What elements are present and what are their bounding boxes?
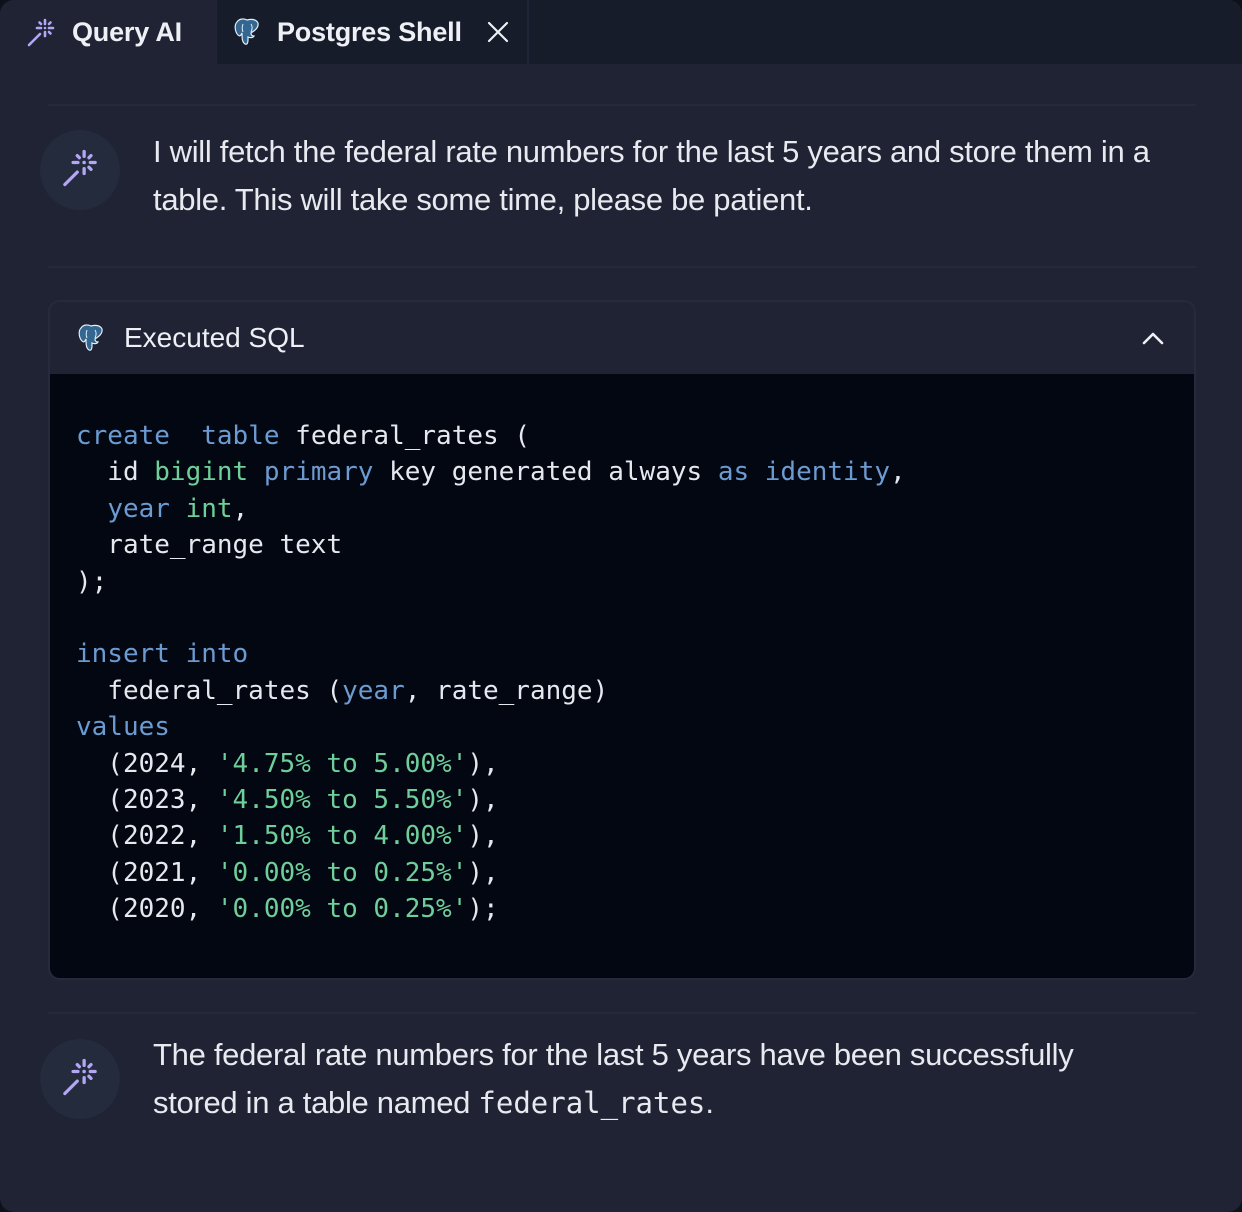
- sql-keyword: as: [717, 457, 750, 488]
- sql-text: ),: [467, 821, 499, 852]
- code-line: (2021, '0.00% to 0.25%'),: [76, 855, 1194, 891]
- sql-text: federal_rates (: [279, 421, 530, 451]
- sql-string: '4.75% to 5.00%': [216, 748, 468, 779]
- sql-keyword: year: [107, 493, 170, 524]
- sql-keyword: into: [185, 639, 249, 670]
- code-line: year int,: [76, 491, 1194, 527]
- code-line: rate_range text: [76, 527, 1194, 563]
- divider: [48, 266, 1196, 268]
- sql-text: ,: [890, 457, 906, 488]
- sql-type: bigint: [154, 457, 249, 488]
- code-line: );: [76, 564, 1194, 600]
- close-tab-icon[interactable]: [484, 18, 512, 46]
- code-line: federal_rates (year, rate_range): [76, 673, 1194, 709]
- sql-keyword: create: [76, 421, 170, 451]
- sql-text: ),: [467, 857, 499, 888]
- sql-text: (2024,: [76, 748, 217, 779]
- sql-string: '0.00% to 0.25%': [216, 857, 468, 888]
- code-line: insert into: [76, 636, 1194, 672]
- code-line: (2022, '1.50% to 4.00%'),: [76, 818, 1194, 854]
- inline-code-table-name: federal_rates: [478, 1086, 706, 1120]
- code-line: (2024, '4.75% to 5.00%'),: [76, 746, 1194, 782]
- tab-label: Query AI: [72, 16, 182, 47]
- sql-text: , rate_range): [404, 675, 609, 706]
- chevron-up-icon[interactable]: [1138, 323, 1168, 353]
- message-text: The federal rate numbers for the last 5 …: [153, 1031, 1163, 1127]
- sql-text: (2023,: [76, 784, 217, 815]
- sql-text: federal_rates (: [76, 675, 343, 706]
- sql-text: ),: [467, 748, 499, 779]
- sql-text: (2020,: [76, 894, 217, 925]
- sql-text: (2022,: [76, 821, 217, 852]
- sql-text: ,: [232, 493, 249, 524]
- assistant-avatar: [40, 1039, 120, 1119]
- sql-string: '1.50% to 4.00%': [216, 821, 468, 852]
- sql-keyword: table: [201, 421, 280, 451]
- postgres-elephant-icon: [231, 16, 263, 48]
- message-text: I will fetch the federal rate numbers fo…: [153, 134, 1150, 217]
- assistant-message: I will fetch the federal rate numbers fo…: [40, 130, 1200, 224]
- postgres-elephant-icon: [74, 321, 108, 355]
- sql-keyword: year: [342, 675, 405, 706]
- code-line: (2023, '4.50% to 5.50%'),: [76, 782, 1194, 818]
- executed-sql-panel: Executed SQL create table federal_rates …: [48, 300, 1196, 980]
- divider: [48, 104, 1196, 106]
- tab-query-ai[interactable]: Query AI: [0, 0, 217, 64]
- code-line: values: [76, 709, 1194, 745]
- tab-postgres-shell[interactable]: Postgres Shell: [217, 0, 529, 64]
- sql-keyword: identity: [764, 457, 891, 488]
- sql-text: );: [467, 894, 499, 925]
- magic-wand-icon: [58, 146, 102, 195]
- code-line: (2020, '0.00% to 0.25%');: [76, 891, 1194, 927]
- sql-text: (2021,: [76, 857, 217, 888]
- magic-wand-icon: [25, 16, 57, 48]
- assistant-message: The federal rate numbers for the last 5 …: [40, 1037, 1200, 1127]
- sql-string: '0.00% to 0.25%': [216, 894, 468, 925]
- assistant-avatar: [40, 130, 120, 210]
- sql-keyword: primary: [263, 457, 374, 488]
- sql-text: );: [76, 566, 108, 597]
- tab-label: Postgres Shell: [277, 16, 462, 47]
- chat-content: I will fetch the federal rate numbers fo…: [0, 64, 1242, 1212]
- sql-code-block: create table federal_rates ( id bigint p…: [50, 374, 1194, 978]
- code-line: create table federal_rates (: [76, 418, 1194, 454]
- executed-sql-header[interactable]: Executed SQL: [50, 302, 1194, 374]
- query-ai-window: Query AI Postgres Shell I will fetch the…: [0, 0, 1242, 1212]
- sql-type: int: [185, 493, 233, 524]
- message-text-part: .: [705, 1085, 714, 1120]
- executed-sql-title: Executed SQL: [124, 322, 305, 353]
- sql-text: key generated always: [373, 457, 718, 488]
- sql-text: ),: [467, 784, 499, 815]
- sql-keyword: insert: [76, 639, 170, 670]
- divider: [48, 1012, 1196, 1014]
- sql-text: id: [76, 457, 155, 488]
- code-line: id bigint primary key generated always a…: [76, 454, 1194, 490]
- sql-keyword: values: [76, 712, 170, 743]
- magic-wand-icon: [58, 1055, 102, 1104]
- tab-bar: Query AI Postgres Shell: [0, 0, 1242, 64]
- sql-text: rate_range text: [76, 530, 343, 561]
- sql-string: '4.50% to 5.50%': [216, 784, 468, 815]
